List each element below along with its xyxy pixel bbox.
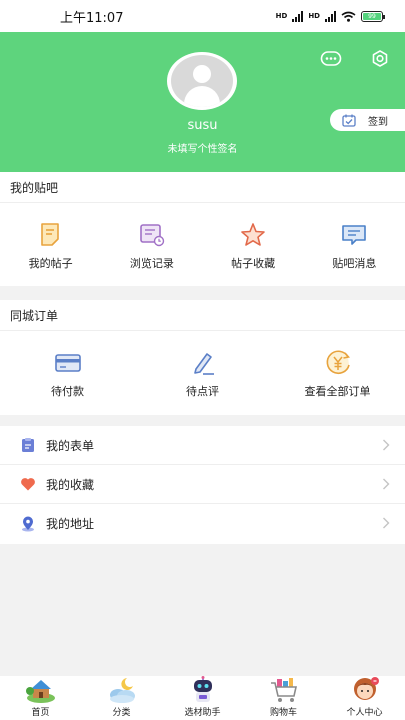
wifi-icon bbox=[341, 11, 356, 22]
settings-icon[interactable] bbox=[369, 50, 391, 68]
my-forms-row[interactable]: 我的表单 bbox=[0, 426, 405, 465]
tieba-messages-item[interactable]: 贴吧消息 bbox=[304, 221, 405, 271]
cart-icon bbox=[270, 678, 297, 702]
orders-section: 同城订单 待付款 待点评 查看全部订单 bbox=[0, 300, 405, 415]
pending-payment-item[interactable]: 待付款 bbox=[0, 349, 135, 399]
chat-bubble-icon[interactable] bbox=[320, 50, 342, 68]
checkin-button[interactable]: 签到 bbox=[330, 109, 405, 131]
menu-list: 我的表单 我的收藏 我的地址 bbox=[0, 426, 405, 544]
my-posts-item[interactable]: 我的帖子 bbox=[0, 221, 101, 271]
tab-home[interactable]: 首页 bbox=[0, 676, 81, 720]
status-time: 上午11:07 bbox=[60, 10, 124, 26]
message-icon bbox=[342, 225, 367, 245]
card-icon bbox=[54, 354, 81, 372]
pen-icon bbox=[193, 353, 214, 375]
bottom-tab-bar: 首页 分类 选材助手 购物车 个人中心 bbox=[0, 676, 405, 720]
section-title: 同城订单 bbox=[0, 300, 405, 331]
my-address-row[interactable]: 我的地址 bbox=[0, 504, 405, 543]
pending-review-item[interactable]: 待点评 bbox=[135, 349, 270, 399]
orders-grid: 待付款 待点评 查看全部订单 bbox=[0, 331, 405, 399]
post-icon bbox=[40, 223, 59, 246]
all-orders-item[interactable]: 查看全部订单 bbox=[270, 349, 405, 399]
signature-text[interactable]: 未填写个性签名 bbox=[0, 140, 405, 155]
default-avatar-icon bbox=[171, 55, 233, 107]
tab-profile[interactable]: 个人中心 bbox=[324, 676, 405, 720]
location-icon bbox=[22, 516, 34, 531]
browse-history-item[interactable]: 浏览记录 bbox=[101, 221, 202, 271]
chevron-right-icon bbox=[383, 517, 390, 529]
star-icon bbox=[241, 223, 265, 246]
home-icon bbox=[25, 680, 55, 703]
hd-icon: HD bbox=[275, 11, 288, 20]
section-title: 我的贴吧 bbox=[0, 172, 405, 203]
signal-icon bbox=[292, 10, 304, 22]
status-icons: HD HD 99 bbox=[275, 10, 385, 22]
my-tieba-grid: 我的帖子 浏览记录 帖子收藏 贴吧消息 bbox=[0, 203, 405, 271]
heart-icon bbox=[21, 478, 35, 491]
my-favorites-row[interactable]: 我的收藏 bbox=[0, 465, 405, 504]
form-icon bbox=[22, 438, 34, 452]
my-tieba-section: 我的贴吧 我的帖子 浏览记录 帖子收藏 贴吧消息 bbox=[0, 172, 405, 286]
calendar-check-icon bbox=[342, 114, 356, 127]
robot-icon bbox=[193, 676, 212, 702]
yen-icon bbox=[326, 350, 350, 374]
signal-icon-2 bbox=[325, 10, 336, 22]
hd-icon-2: HD bbox=[308, 11, 320, 20]
battery-icon: 99 bbox=[361, 10, 385, 22]
tab-category[interactable]: 分类 bbox=[81, 676, 162, 720]
profile-header: susu 未填写个性签名 签到 bbox=[0, 32, 405, 172]
status-bar: 上午11:07 HD HD 99 bbox=[0, 0, 405, 32]
chevron-right-icon bbox=[383, 478, 390, 490]
history-icon bbox=[140, 224, 165, 247]
category-icon bbox=[109, 678, 135, 703]
tab-cart[interactable]: 购物车 bbox=[243, 676, 324, 720]
tab-material-assistant[interactable]: 选材助手 bbox=[162, 676, 243, 720]
chevron-right-icon bbox=[383, 439, 390, 451]
profile-icon bbox=[353, 677, 379, 700]
post-favorites-item[interactable]: 帖子收藏 bbox=[203, 221, 304, 271]
checkin-label: 签到 bbox=[368, 116, 388, 128]
avatar[interactable] bbox=[167, 52, 237, 110]
